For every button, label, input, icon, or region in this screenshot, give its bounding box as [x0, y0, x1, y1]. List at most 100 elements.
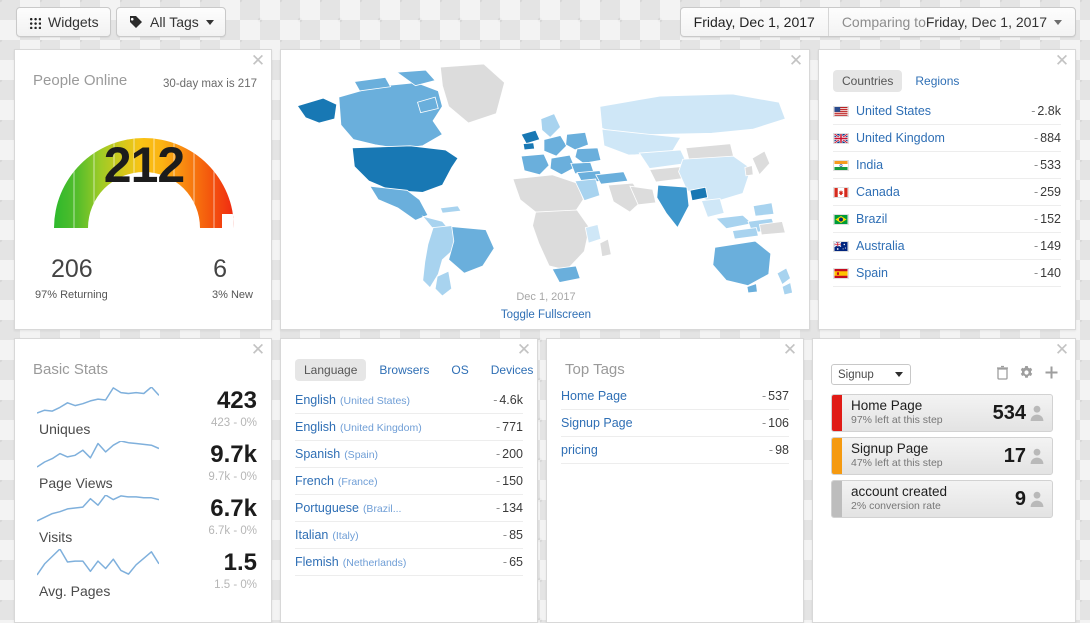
- chevron-down-icon: [205, 19, 214, 25]
- country-name[interactable]: United Kingdom: [856, 131, 1034, 145]
- tab-language[interactable]: Language: [295, 359, 367, 381]
- close-icon[interactable]: ✕: [516, 341, 532, 358]
- funnel-step-bar: [832, 438, 842, 474]
- list-item[interactable]: Home Page -537: [561, 383, 789, 410]
- list-item[interactable]: Spanish (Spain) -200: [295, 441, 523, 468]
- close-icon[interactable]: ✕: [250, 341, 266, 358]
- sparkline-chart: [37, 441, 159, 468]
- date-primary[interactable]: Friday, Dec 1, 2017: [681, 8, 829, 36]
- tab-devices[interactable]: Devices: [482, 359, 543, 381]
- funnel-step-value: 534: [992, 401, 1026, 424]
- table-row[interactable]: India -533: [833, 152, 1061, 179]
- top-tags-widget: ✕ Top Tags Home Page -537 Signup Page -106 p…: [546, 338, 804, 623]
- funnel-step-name: account created: [851, 484, 948, 500]
- tag-name[interactable]: Home Page: [561, 389, 762, 403]
- date-compare[interactable]: Comparing to Friday, Dec 1, 2017: [829, 8, 1075, 36]
- language-name[interactable]: English (United Kingdom): [295, 420, 496, 434]
- funnel-step[interactable]: account created 2% conversion rate 9: [831, 480, 1053, 518]
- stat-delta: 6.7k - 0%: [208, 525, 257, 537]
- country-value: -140: [1033, 266, 1061, 280]
- language-name[interactable]: Spanish (Spain): [295, 447, 496, 461]
- table-row[interactable]: Spain -140: [833, 260, 1061, 287]
- tab-os[interactable]: OS: [442, 359, 477, 381]
- all-tags-dropdown[interactable]: All Tags: [116, 7, 226, 37]
- table-row[interactable]: Canada -259: [833, 179, 1061, 206]
- country-name[interactable]: Canada: [856, 185, 1034, 199]
- country-name[interactable]: Australia: [856, 239, 1034, 253]
- returning-value: 206: [51, 255, 93, 283]
- list-item[interactable]: Signup Page -106: [561, 410, 789, 437]
- table-row[interactable]: United States -2.8k: [833, 98, 1061, 125]
- country-value: -2.8k: [1031, 104, 1061, 118]
- plus-icon[interactable]: [1044, 365, 1059, 385]
- flag-icon-gb: [833, 132, 849, 144]
- funnel-select-value: Signup: [838, 368, 874, 381]
- country-name[interactable]: Brazil: [856, 212, 1034, 226]
- language-value: -134: [495, 501, 523, 515]
- new-value: 6: [213, 255, 227, 283]
- widgets-button[interactable]: Widgets: [16, 7, 111, 37]
- tag-value: -537: [761, 389, 789, 403]
- close-icon[interactable]: ✕: [250, 52, 266, 69]
- funnel-step-bar: [832, 395, 842, 431]
- language-tabs: Language Browsers OS Devices: [295, 359, 542, 381]
- list-item[interactable]: English (United States) -4.6k: [295, 387, 523, 414]
- countries-widget: ✕ Countries Regions United States -2.8k Uni…: [818, 49, 1076, 330]
- tab-browsers[interactable]: Browsers: [370, 359, 438, 381]
- tab-regions[interactable]: Regions: [906, 70, 968, 92]
- list-item[interactable]: French (France) -150: [295, 468, 523, 495]
- table-row[interactable]: United Kingdom -884: [833, 125, 1061, 152]
- funnel-step[interactable]: Home Page 97% left at this step 534: [831, 394, 1053, 432]
- language-name[interactable]: Portuguese (Brazil...: [295, 501, 496, 515]
- list-item[interactable]: pricing -98: [561, 437, 789, 464]
- list-item[interactable]: Flemish (Netherlands) -65: [295, 549, 523, 576]
- close-icon[interactable]: ✕: [1054, 341, 1070, 358]
- tab-countries[interactable]: Countries: [833, 70, 903, 92]
- flag-icon-es: [833, 267, 849, 279]
- country-value: -884: [1033, 131, 1061, 145]
- close-icon[interactable]: ✕: [1054, 52, 1070, 69]
- list-item[interactable]: Portuguese (Brazil... -134: [295, 495, 523, 522]
- choropleth-map[interactable]: [287, 56, 805, 306]
- country-name[interactable]: Spain: [856, 266, 1034, 280]
- countries-list: United States -2.8k United Kingdom -884 Indi…: [833, 98, 1061, 287]
- gear-icon[interactable]: [1019, 365, 1034, 385]
- language-locale: (Netherlands): [342, 557, 407, 569]
- table-row[interactable]: Australia -149: [833, 233, 1061, 260]
- toggle-fullscreen-link[interactable]: Toggle Fullscreen: [281, 309, 809, 321]
- funnel-step[interactable]: Signup Page 47% left at this step 17: [831, 437, 1053, 475]
- tag-name[interactable]: Signup Page: [561, 416, 762, 430]
- language-name[interactable]: English (United States): [295, 393, 493, 407]
- person-icon: [1030, 448, 1044, 464]
- world-map-widget[interactable]: ✕ Dec 1, 2017 Toggle Fullscreen: [280, 49, 810, 330]
- funnel-select[interactable]: Signup: [831, 364, 911, 385]
- widgets-button-label: Widgets: [48, 14, 99, 30]
- sparkline-chart: [37, 549, 159, 576]
- date-compare-value: Friday, Dec 1, 2017: [925, 14, 1047, 30]
- language-name[interactable]: Italian (Italy): [295, 528, 503, 542]
- stat-delta: 9.7k - 0%: [208, 471, 257, 483]
- language-name[interactable]: Flemish (Netherlands): [295, 555, 503, 569]
- funnel-step-name: Home Page: [851, 398, 923, 414]
- language-value: -200: [495, 447, 523, 461]
- funnel-widget: ✕ Signup Home Page 97% left at this step 5…: [812, 338, 1076, 623]
- country-name[interactable]: United States: [856, 104, 1031, 118]
- stat-row: Visits 6.7k 6.7k - 0%: [15, 493, 273, 549]
- flag-icon-us: [833, 105, 849, 117]
- stat-row: Uniques 423 423 - 0%: [15, 385, 273, 441]
- page-title: People Online: [33, 72, 128, 89]
- tag-icon: [128, 15, 143, 29]
- tag-name[interactable]: pricing: [561, 443, 769, 457]
- list-item[interactable]: Italian (Italy) -85: [295, 522, 523, 549]
- date-range-control[interactable]: Friday, Dec 1, 2017 Comparing to Friday,…: [679, 7, 1076, 37]
- funnel-actions: [996, 365, 1059, 385]
- close-icon[interactable]: ✕: [782, 341, 798, 358]
- stat-delta: 1.5 - 0%: [214, 579, 257, 591]
- language-name[interactable]: French (France): [295, 474, 496, 488]
- funnel-step-sub: 2% conversion rate: [851, 499, 941, 512]
- list-item[interactable]: English (United Kingdom) -771: [295, 414, 523, 441]
- stat-label: Avg. Pages: [39, 583, 111, 599]
- trash-icon[interactable]: [996, 365, 1009, 385]
- table-row[interactable]: Brazil -152: [833, 206, 1061, 233]
- country-name[interactable]: India: [856, 158, 1034, 172]
